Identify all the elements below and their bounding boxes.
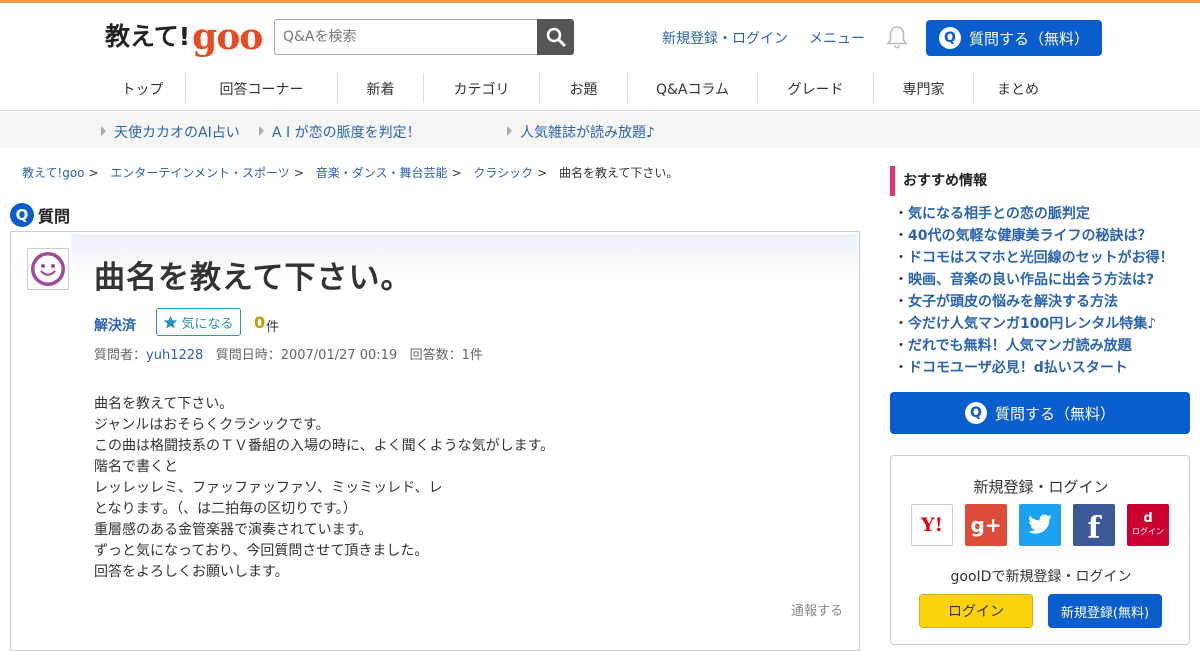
asker-label: 質問者： <box>94 348 147 363</box>
question-body-line: 曲名を教えて下さい。 <box>94 396 234 412</box>
question-body: 曲名を教えて下さい。 ジャンルはおそらくクラシックです。 この曲は格闘技系のＴＶ… <box>94 394 554 583</box>
question-card: 曲名を教えて下さい。 解決済 気になる 0 件 質問者：yuh1228 質問日時… <box>10 231 860 651</box>
question-body-line: ジャンルはおそらくクラシックです。 <box>94 417 330 433</box>
favorite-button[interactable]: 気になる <box>156 308 241 336</box>
ask-question-button[interactable]: Q 質問する（無料） <box>926 20 1102 56</box>
breadcrumb: 教えて!goo > エンターテインメント・スポーツ > 音楽・ダンス・舞台芸能 > ク… <box>22 164 678 181</box>
docomo-icon: d <box>1143 511 1153 526</box>
asker-link[interactable]: yuh1228 <box>146 348 203 363</box>
smiley-avatar-icon <box>31 252 65 286</box>
breadcrumb-current: 曲名を教えて下さい。 <box>559 166 679 180</box>
recommend-item[interactable]: ドコモはスマホと光回線のセットがお得！ <box>894 248 1174 270</box>
breadcrumb-link[interactable]: エンターテインメント・スポーツ <box>110 166 289 180</box>
gooid-login-text: gooIDで新規登録・ログイン <box>950 569 1132 585</box>
google-login-button[interactable]: g+ <box>965 504 1007 546</box>
breadcrumb-separator: > <box>451 166 462 180</box>
register-login-link[interactable]: 新規登録・ログイン <box>662 28 788 48</box>
star-icon <box>164 315 178 328</box>
yahoo-login-button[interactable]: Y! <box>911 504 953 546</box>
recommend-item[interactable]: ドコモユーザ必見！d払いスタート <box>894 358 1174 380</box>
logo-text: 教えて! <box>105 22 191 51</box>
docomo-login-label: ログイン <box>1132 527 1164 536</box>
status-badge: 解決済 <box>94 318 136 334</box>
question-body-line: レッレッレミ、ファッファッファソ、ミッミッレド、レ <box>94 480 443 496</box>
facebook-login-button[interactable]: f <box>1073 504 1115 546</box>
favorite-label: 気になる <box>181 316 234 332</box>
question-meta: 質問者：yuh1228 質問日時：2007/01/27 00:19 回答数：1件 <box>94 344 483 363</box>
q-icon: Q <box>964 402 987 424</box>
question-body-line: となります。（、は二拍毎の区切りです。） <box>94 501 357 517</box>
question-body-line: 回答をよろしくお願いします。 <box>94 564 289 580</box>
menu-link[interactable]: メニュー <box>809 28 865 48</box>
breadcrumb-link[interactable]: 音楽・ダンス・舞台芸能 <box>316 166 448 180</box>
answers-label: 回答数： <box>409 348 462 363</box>
main-nav: トップ 回答コーナー 新着 カテゴリ お題 Q&Aコラム グレード 専門家 まと… <box>100 73 1062 103</box>
nav-item-answer-corner[interactable]: 回答コーナー <box>186 73 338 103</box>
search-icon <box>546 27 566 47</box>
search-input[interactable] <box>274 19 538 55</box>
question-title: 曲名を教えて下さい。 <box>94 260 413 296</box>
sidebar-ask-question-label: 質問する（無料） <box>994 404 1115 423</box>
breadcrumb-link[interactable]: 教えて!goo <box>22 166 85 180</box>
recommend-item[interactable]: 今だけ人気マンガ100円レンタル特集♪ <box>894 314 1174 336</box>
nav-item-topic[interactable]: お題 <box>540 73 628 103</box>
q-icon: Q <box>938 27 961 49</box>
login-box-title: 新規登録・ログイン <box>973 478 1109 496</box>
recommend-list: 気になる相手との恋の脈判定 40代の気軽な健康美ライフの秘訣は？ ドコモはスマホ… <box>894 204 1174 380</box>
google-plus-icon: g+ <box>970 513 1002 537</box>
report-link[interactable]: 通報する <box>791 600 843 619</box>
promo-bar: 天使カカオのAI占い A I が恋の脈度を判定！ 人気雑誌が読み放題♪ <box>0 112 1200 148</box>
promo-item-ai-fortune[interactable]: 天使カカオのAI占い <box>101 122 240 142</box>
promo-item-magazines[interactable]: 人気雑誌が読み放題♪ <box>507 122 655 142</box>
question-body-line: ずっと気になっており、今回質問させて頂きました。 <box>94 543 429 559</box>
breadcrumb-separator: > <box>88 166 99 180</box>
breadcrumb-separator: > <box>537 166 548 180</box>
register-button[interactable]: 新規登録(無料) <box>1048 594 1162 628</box>
answer-count: 1件 <box>461 348 483 363</box>
question-body-line: 階名で書くと <box>94 459 178 475</box>
search-button[interactable] <box>537 19 574 55</box>
nav-item-summary[interactable]: まとめ <box>974 73 1062 103</box>
recommend-item[interactable]: 映画、音楽の良い作品に出会う方法は? <box>894 270 1174 292</box>
breadcrumb-link[interactable]: クラシック <box>473 166 533 180</box>
login-button[interactable]: ログイン <box>919 594 1033 628</box>
site-header: 教えて! goo 新規登録・ログイン メニュー Q 質問する（無料） トップ 回… <box>0 3 1200 111</box>
nav-item-new[interactable]: 新着 <box>338 73 424 103</box>
docomo-login-button[interactable]: d ログイン <box>1127 504 1169 546</box>
avatar[interactable] <box>27 248 69 290</box>
site-logo[interactable]: 教えて! goo <box>105 15 263 58</box>
nav-item-expert[interactable]: 専門家 <box>874 73 974 103</box>
recommend-title: おすすめ情報 <box>890 166 987 196</box>
promo-item-love-judge[interactable]: A I が恋の脈度を判定！ <box>259 122 421 142</box>
recommend-item[interactable]: だれでも無料！人気マンガ読み放題 <box>894 336 1174 358</box>
logo-brand: goo <box>192 16 263 58</box>
sidebar-ask-question-button[interactable]: Q 質問する（無料） <box>890 392 1190 434</box>
question-date: 2007/01/27 00:19 <box>280 348 398 363</box>
login-box: 新規登録・ログイン Y! g+ f d ログイン gooIDで新規登録・ログイン… <box>890 455 1190 645</box>
q-icon: Q <box>10 203 34 227</box>
nav-item-top[interactable]: トップ <box>100 73 186 103</box>
ask-question-label: 質問する（無料） <box>968 29 1089 48</box>
facebook-icon: f <box>1087 511 1101 546</box>
question-body-line: この曲は格闘技系のＴＶ番組の入場の時に、よく聞くような気がします。 <box>94 438 555 454</box>
search-form <box>274 19 574 55</box>
recommend-item[interactable]: 40代の気軽な健康美ライフの秘訣は？ <box>894 226 1174 248</box>
bell-icon[interactable] <box>886 25 908 49</box>
date-label: 質問日時： <box>215 348 281 363</box>
favorite-unit: 件 <box>266 320 280 335</box>
nav-item-qa-column[interactable]: Q&Aコラム <box>628 73 758 103</box>
question-body-line: 重層感のある金管楽器で演奏されています。 <box>94 522 373 538</box>
sns-login-buttons: Y! g+ f d ログイン <box>911 504 1169 546</box>
recommend-item[interactable]: 気になる相手との恋の脈判定 <box>894 204 1174 226</box>
twitter-icon <box>1028 514 1052 534</box>
question-section-title: 質問 <box>38 207 71 226</box>
twitter-login-button[interactable] <box>1019 504 1061 546</box>
recommend-item[interactable]: 女子が頭皮の悩みを解決する方法 <box>894 292 1174 314</box>
nav-item-grade[interactable]: グレード <box>758 73 874 103</box>
yahoo-icon: Y! <box>921 514 943 536</box>
nav-item-category[interactable]: カテゴリ <box>424 73 540 103</box>
breadcrumb-separator: > <box>293 166 304 180</box>
favorite-count: 0 <box>254 313 266 332</box>
question-section-label: Q 質問 <box>10 203 70 227</box>
